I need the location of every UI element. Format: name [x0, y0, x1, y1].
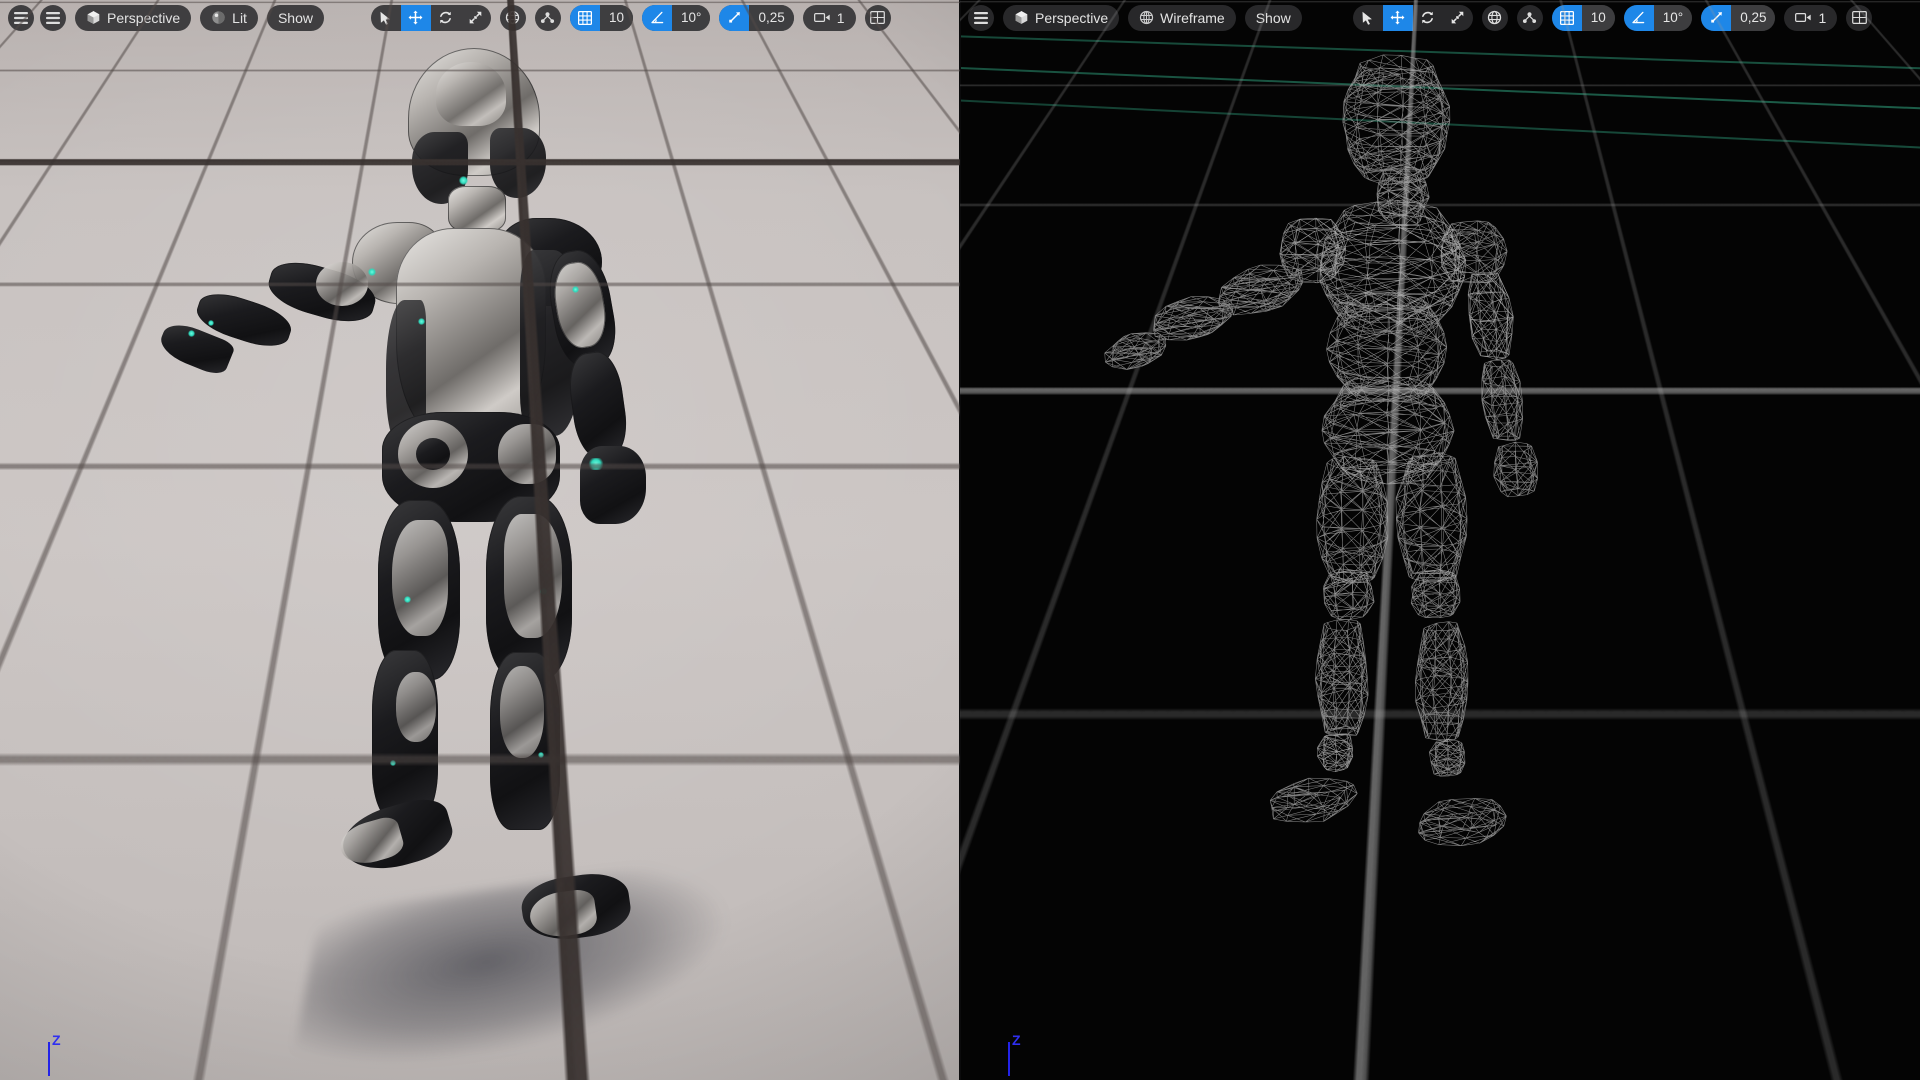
show-menu-button[interactable]: Show: [267, 5, 324, 31]
view-mode-button[interactable]: Perspective: [1003, 5, 1119, 31]
grid-snap-group[interactable]: 10: [570, 5, 633, 31]
scale-tool[interactable]: [461, 5, 491, 31]
character-model-wireframe[interactable]: [960, 0, 1920, 1080]
cube-icon: [86, 10, 101, 25]
sphere-icon: [211, 10, 226, 25]
viewport-menu-icon[interactable]: [40, 5, 66, 31]
scale-snap-value[interactable]: 0,25: [1731, 5, 1775, 31]
view-mode-label: Perspective: [1035, 10, 1108, 26]
character-model-lit[interactable]: [0, 0, 960, 1080]
globe-wire-icon: [1139, 10, 1154, 25]
scale-snap-group[interactable]: 0,25: [719, 5, 793, 31]
grid-snap-group[interactable]: 10: [1552, 5, 1615, 31]
pivot-toggle[interactable]: [535, 5, 561, 31]
viewport-divider[interactable]: [959, 0, 961, 1080]
viewport-layout-button[interactable]: [1846, 5, 1872, 31]
scale-snap-group[interactable]: 0,25: [1701, 5, 1775, 31]
grid-snap-toggle[interactable]: [1552, 5, 1582, 31]
lit-viewport[interactable]: Perspective Lit Show: [0, 0, 960, 1080]
shading-mode-button[interactable]: Wireframe: [1128, 5, 1236, 31]
view-mode-label: Perspective: [107, 10, 180, 26]
angle-snap-value[interactable]: 10°: [672, 5, 710, 31]
shading-mode-label: Lit: [232, 10, 247, 26]
angle-snap-toggle[interactable]: [642, 5, 672, 31]
wireframe-viewport[interactable]: Perspective Wireframe Show: [960, 0, 1920, 1080]
shading-mode-button[interactable]: Lit: [200, 5, 258, 31]
rotate-tool[interactable]: [431, 5, 461, 31]
show-menu-button[interactable]: Show: [1245, 5, 1302, 31]
grid-snap-value[interactable]: 10: [1582, 5, 1615, 31]
scale-snap-value[interactable]: 0,25: [749, 5, 793, 31]
scale-snap-toggle[interactable]: [719, 5, 749, 31]
camera-speed-button[interactable]: 1: [803, 5, 856, 31]
grid-snap-toggle[interactable]: [570, 5, 600, 31]
shading-mode-label: Wireframe: [1160, 10, 1225, 26]
world-coords-toggle[interactable]: [1482, 5, 1508, 31]
pivot-toggle[interactable]: [1517, 5, 1543, 31]
main-menu-icon[interactable]: [8, 5, 34, 31]
lit-viewport-toolbar[interactable]: Perspective Lit Show: [0, 0, 899, 32]
show-menu-label: Show: [1256, 10, 1291, 26]
transform-tools-group[interactable]: [1353, 5, 1473, 31]
wireframe-viewport-toolbar[interactable]: Perspective Wireframe Show: [960, 0, 1880, 32]
world-coords-toggle[interactable]: [500, 5, 526, 31]
angle-snap-group[interactable]: 10°: [642, 5, 710, 31]
scale-snap-toggle[interactable]: [1701, 5, 1731, 31]
grid-snap-value[interactable]: 10: [600, 5, 633, 31]
angle-snap-group[interactable]: 10°: [1624, 5, 1692, 31]
angle-snap-value[interactable]: 10°: [1654, 5, 1692, 31]
viewport-layout-button[interactable]: [865, 5, 891, 31]
angle-snap-toggle[interactable]: [1624, 5, 1654, 31]
rotate-tool[interactable]: [1413, 5, 1443, 31]
camera-speed-value: 1: [1818, 10, 1826, 26]
app-root: Perspective Lit Show: [0, 0, 1920, 1080]
camera-speed-button[interactable]: 1: [1784, 5, 1837, 31]
camera-icon: [1795, 11, 1812, 24]
move-tool[interactable]: [1383, 5, 1413, 31]
scale-tool[interactable]: [1443, 5, 1473, 31]
select-tool[interactable]: [1353, 5, 1383, 31]
transform-tools-group[interactable]: [371, 5, 491, 31]
select-tool[interactable]: [371, 5, 401, 31]
camera-icon: [814, 11, 831, 24]
view-mode-button[interactable]: Perspective: [75, 5, 191, 31]
main-menu-icon[interactable]: [968, 5, 994, 31]
camera-speed-value: 1: [837, 10, 845, 26]
show-menu-label: Show: [278, 10, 313, 26]
move-tool[interactable]: [401, 5, 431, 31]
cube-icon: [1014, 10, 1029, 25]
